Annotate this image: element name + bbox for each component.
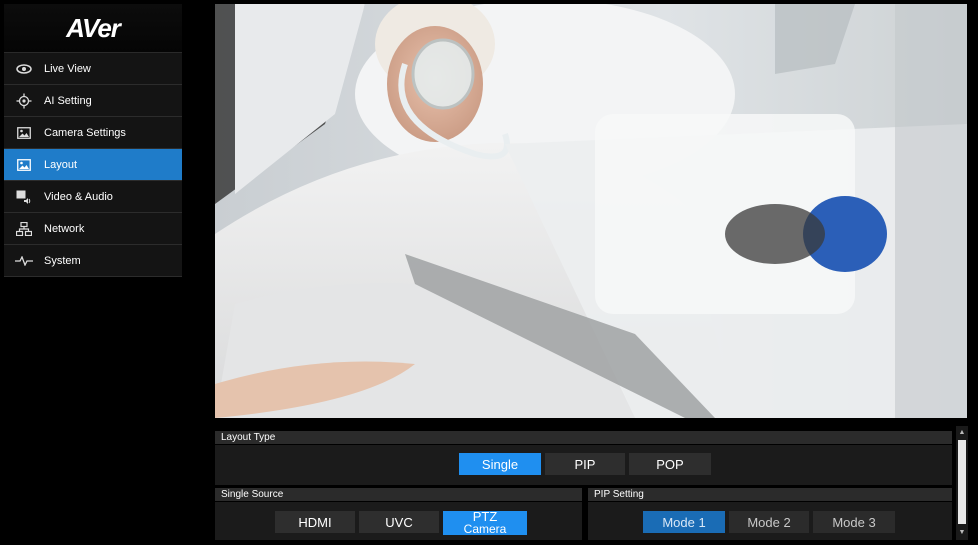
logo-text: AVer xyxy=(66,12,121,43)
sidebar-item-label: System xyxy=(44,254,81,267)
sidebar-item-label: Network xyxy=(44,222,85,235)
source-hdmi-button[interactable]: HDMI xyxy=(275,511,355,533)
layout-pop-button[interactable]: POP xyxy=(629,453,711,475)
source-uvc-button[interactable]: UVC xyxy=(359,511,439,533)
pip-mode-3-button[interactable]: Mode 3 xyxy=(813,511,895,533)
sidebar-item-label: Live View xyxy=(44,62,91,75)
sidebar-item-label: AI Setting xyxy=(44,94,92,107)
camera-preview-image xyxy=(215,4,967,418)
single-source-body: HDMI UVC PTZ Camera xyxy=(215,502,582,540)
pip-mode-2-button[interactable]: Mode 2 xyxy=(729,511,809,533)
target-icon xyxy=(4,93,44,109)
pip-setting-body: Mode 1 Mode 2 Mode 3 xyxy=(588,502,952,540)
sidebar-item-label: Video & Audio xyxy=(44,190,113,203)
layout-settings-panel: Layout Type Single PIP POP Single Source… xyxy=(215,426,952,540)
source-ptz-sublabel: Camera xyxy=(463,522,507,536)
layout-single-button[interactable]: Single xyxy=(459,453,541,475)
single-source-title: Single Source xyxy=(221,489,284,500)
network-icon xyxy=(4,221,44,236)
single-source-header: Single Source xyxy=(215,488,582,501)
panel-scrollbar[interactable]: ▲ ▼ xyxy=(956,426,968,540)
sidebar-item-layout[interactable]: Layout xyxy=(4,149,182,181)
eye-icon xyxy=(4,63,44,74)
pip-setting-header: PIP Setting xyxy=(588,488,952,501)
video-audio-icon xyxy=(4,190,44,204)
image-icon xyxy=(4,126,44,139)
sidebar: AVer Live View AI Setting Camera Setting… xyxy=(4,4,182,541)
layout-icon xyxy=(4,158,44,171)
layout-type-title: Layout Type xyxy=(221,432,276,443)
layout-type-header: Layout Type xyxy=(215,431,952,444)
scroll-up-icon[interactable]: ▲ xyxy=(958,428,966,438)
sidebar-item-network[interactable]: Network xyxy=(4,213,182,245)
pulse-icon xyxy=(4,255,44,266)
source-ptz-button[interactable]: PTZ Camera xyxy=(443,510,527,536)
brand-logo: AVer xyxy=(4,4,182,53)
sidebar-item-video-audio[interactable]: Video & Audio xyxy=(4,181,182,213)
sidebar-item-label: Camera Settings xyxy=(44,126,126,139)
camera-preview xyxy=(215,4,967,418)
sidebar-item-camera-settings[interactable]: Camera Settings xyxy=(4,117,182,149)
scroll-down-icon[interactable]: ▼ xyxy=(958,528,966,538)
sidebar-item-label: Layout xyxy=(44,158,78,171)
app-window: AVer Live View AI Setting Camera Setting… xyxy=(0,0,978,545)
layout-pip-button[interactable]: PIP xyxy=(545,453,625,475)
scroll-thumb[interactable] xyxy=(958,440,966,524)
sidebar-item-system[interactable]: System xyxy=(4,245,182,277)
pip-mode-1-button[interactable]: Mode 1 xyxy=(643,511,725,533)
layout-type-body: Single PIP POP xyxy=(215,445,952,485)
pip-setting-title: PIP Setting xyxy=(594,489,644,500)
sidebar-item-live-view[interactable]: Live View xyxy=(4,53,182,85)
sidebar-item-ai-setting[interactable]: AI Setting xyxy=(4,85,182,117)
